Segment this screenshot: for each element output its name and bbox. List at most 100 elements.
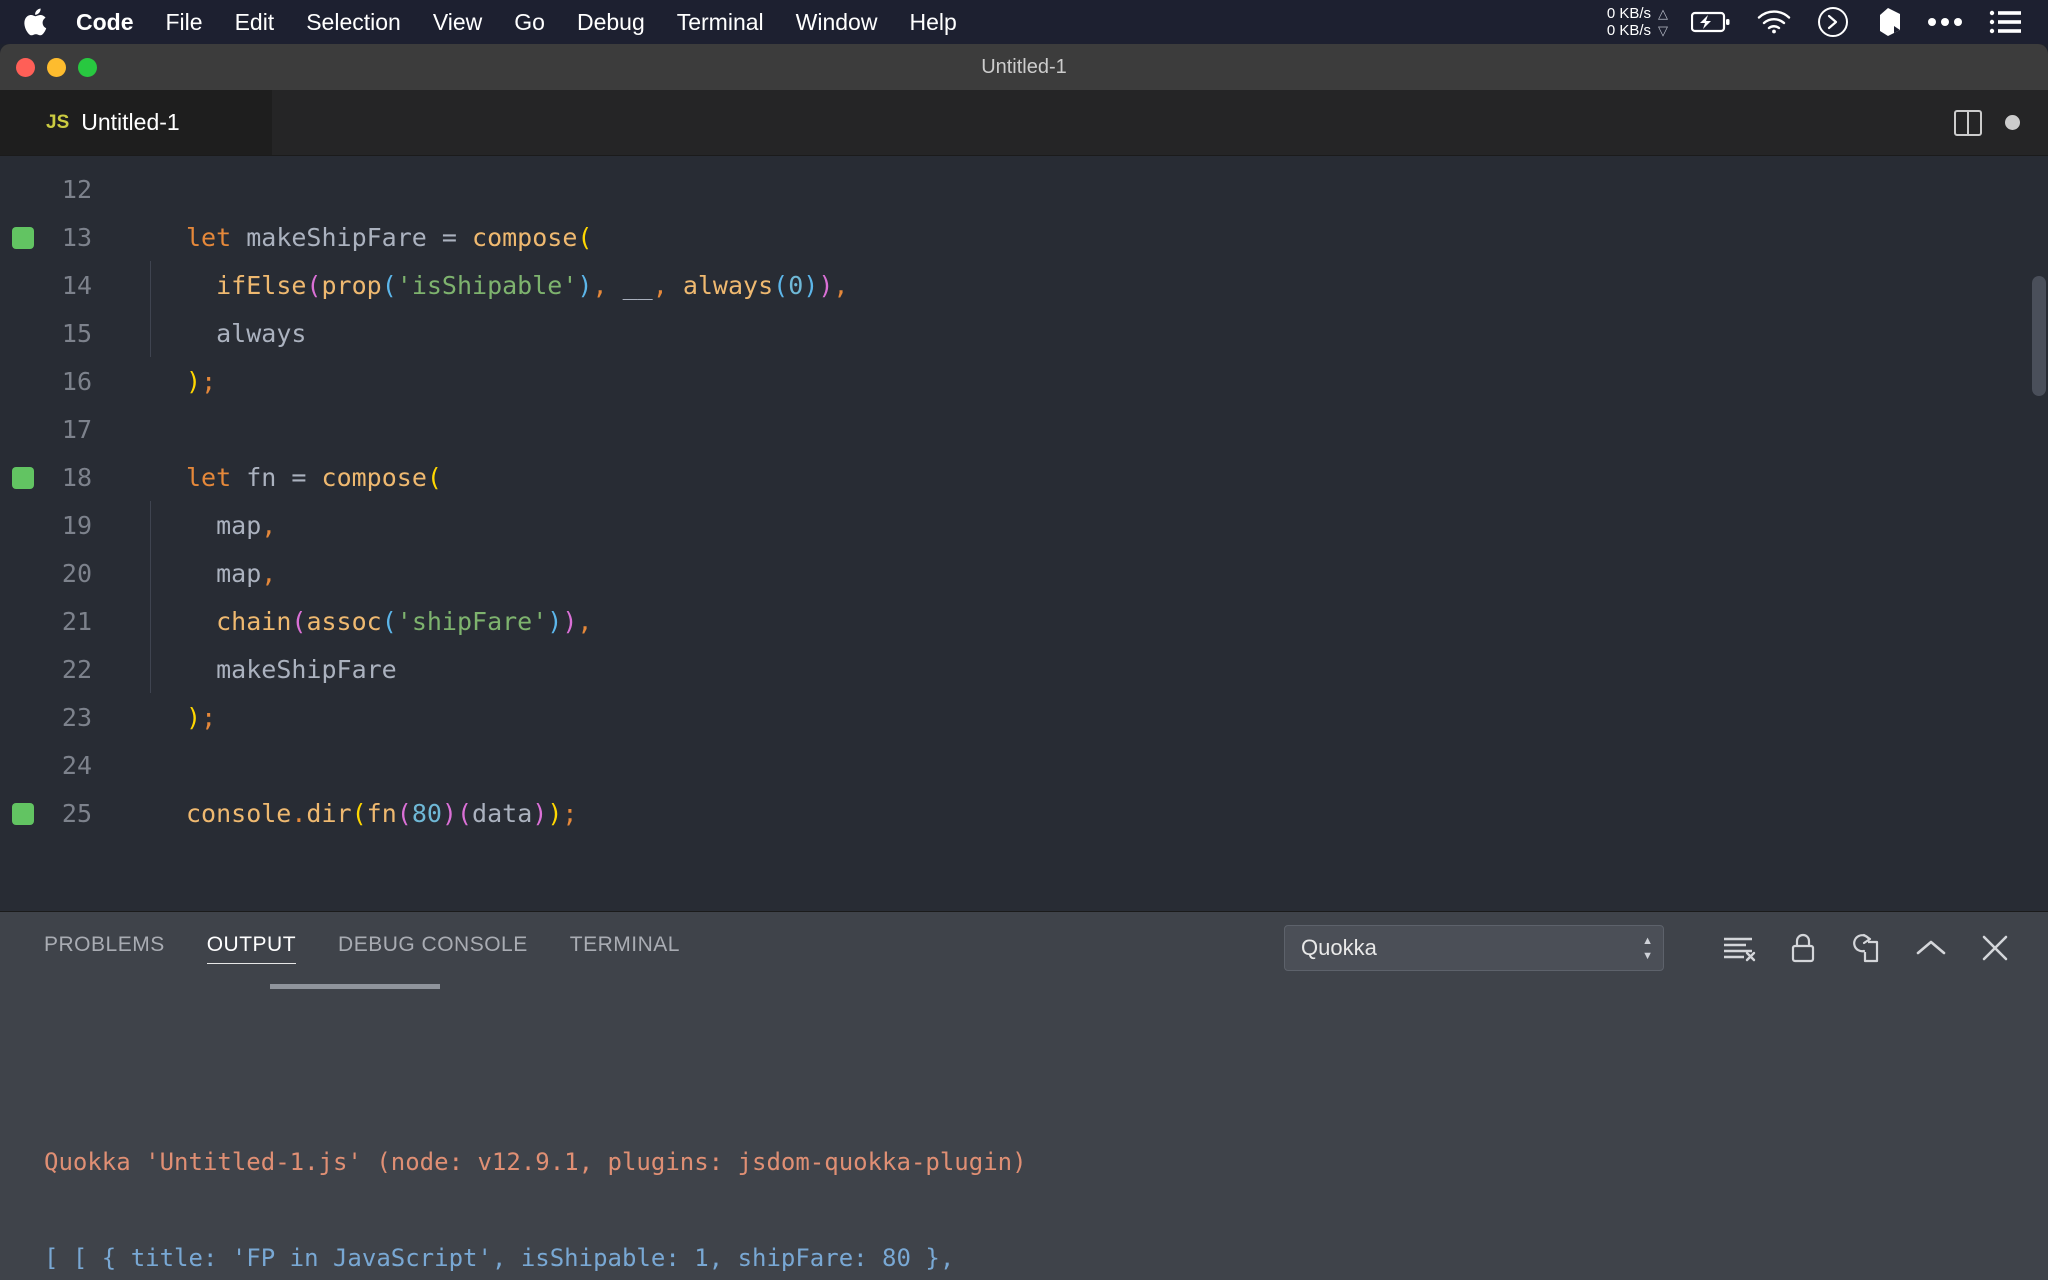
open-in-editor-icon[interactable]	[1840, 921, 1894, 975]
menu-view[interactable]: View	[417, 0, 498, 44]
output-channel-select[interactable]: Quokka ▲ ▼	[1284, 925, 1664, 971]
indent-guide	[150, 309, 151, 357]
code-line[interactable]: 12	[0, 166, 2048, 214]
code-token: ;	[201, 367, 217, 396]
split-editor-icon[interactable]	[1953, 108, 1983, 138]
close-button[interactable]	[16, 57, 35, 77]
output-blank-line	[44, 1186, 2048, 1234]
code-line-text: let makeShipFare = compose(	[114, 214, 592, 262]
output-panel-content[interactable]: Quokka 'Untitled-1.js' (node: v12.9.1, p…	[0, 984, 2048, 1280]
collapse-panel-icon[interactable]	[1904, 921, 1958, 975]
shell-prompt-circle-icon[interactable]	[1817, 0, 1849, 44]
code-line[interactable]: 18 let fn = compose(	[0, 454, 2048, 502]
code-line-text: map,	[114, 501, 276, 550]
editor-tab-untitled-1[interactable]: JS Untitled-1	[0, 90, 272, 155]
line-number: 22	[61, 655, 92, 684]
clear-output-icon[interactable]	[1712, 921, 1766, 975]
bottom-panel: PROBLEMS OUTPUT DEBUG CONSOLE TERMINAL Q…	[0, 911, 2048, 1280]
code-token: ,	[577, 607, 593, 636]
code-editor[interactable]: 12 13 let makeShipFare = compose(14 ifElse…	[0, 156, 2048, 911]
menu-debug[interactable]: Debug	[561, 0, 661, 44]
lock-icon[interactable]	[1776, 921, 1830, 975]
tab-problems[interactable]: PROBLEMS	[44, 933, 165, 964]
app-cube-icon[interactable]	[1875, 0, 1901, 44]
quokka-live-marker[interactable]	[12, 467, 34, 489]
code-line[interactable]: 16);	[0, 358, 2048, 406]
code-line-text: );	[114, 358, 216, 406]
code-line[interactable]: 15 always	[0, 309, 2048, 358]
window-title: Untitled-1	[981, 55, 1067, 78]
code-line[interactable]: 19 map,	[0, 501, 2048, 550]
menu-go[interactable]: Go	[498, 0, 561, 44]
indent-guide	[150, 261, 151, 309]
tab-output[interactable]: OUTPUT	[206, 933, 297, 964]
code-token: chain	[216, 607, 292, 636]
code-token: console	[186, 799, 292, 828]
code-line[interactable]: 24	[0, 742, 2048, 790]
code-line-text: ifElse(prop('isShipable'), __, always(0)…	[114, 261, 848, 310]
panel-header: PROBLEMS OUTPUT DEBUG CONSOLE TERMINAL Q…	[0, 912, 2048, 984]
code-line[interactable]: 22 makeShipFare	[0, 645, 2048, 694]
menu-terminal[interactable]: Terminal	[661, 0, 780, 44]
line-number: 17	[61, 415, 92, 444]
code-token: fn	[366, 799, 397, 828]
minimize-button[interactable]	[47, 57, 66, 77]
menu-window[interactable]: Window	[780, 0, 894, 44]
code-line[interactable]: 23);	[0, 694, 2048, 742]
code-line[interactable]: 17	[0, 406, 2048, 454]
line-number: 24	[61, 751, 92, 780]
code-line[interactable]: 21 chain(assoc('shipFare')),	[0, 597, 2048, 646]
code-token: (	[773, 271, 789, 300]
code-token: ,	[261, 559, 277, 588]
menu-code[interactable]: Code	[60, 0, 150, 44]
control-center-list-icon[interactable]	[1989, 0, 2021, 44]
indent-guide	[150, 645, 151, 693]
output-horizontal-scrollbar[interactable]	[270, 984, 440, 989]
tab-debug-console[interactable]: DEBUG CONSOLE	[338, 933, 528, 964]
editor-vertical-scrollbar[interactable]	[2032, 276, 2046, 396]
quokka-live-marker[interactable]	[12, 803, 34, 825]
tab-terminal[interactable]: TERMINAL	[570, 933, 680, 964]
code-line[interactable]: 14 ifElse(prop('isShipable'), __, always…	[0, 261, 2048, 310]
code-token: compose	[321, 463, 427, 492]
select-stepper-arrows-icon: ▲ ▼	[1642, 934, 1653, 962]
javascript-file-icon: JS	[46, 111, 70, 133]
code-line[interactable]: 20 map,	[0, 549, 2048, 598]
code-line[interactable]: 25 console.dir(fn(80)(data));	[0, 790, 2048, 838]
code-token: )	[441, 799, 457, 828]
code-token: data	[472, 799, 533, 828]
code-token: ;	[201, 703, 217, 732]
close-panel-icon[interactable]	[1968, 921, 2022, 975]
menu-selection[interactable]: Selection	[290, 0, 417, 44]
code-line[interactable]: 13 let makeShipFare = compose(	[0, 214, 2048, 262]
code-token: (	[291, 607, 307, 636]
code-line-text: chain(assoc('shipFare')),	[114, 597, 593, 646]
network-speed-indicator[interactable]: 0 KB/s 0 KB/s △ ▽	[1607, 5, 1668, 39]
window-traffic-lights	[16, 57, 97, 77]
ellipsis-icon[interactable]	[1927, 0, 1963, 44]
code-token: __	[622, 271, 653, 300]
quokka-live-marker[interactable]	[12, 227, 34, 249]
code-token: ,	[592, 271, 608, 300]
code-token: )	[532, 799, 548, 828]
battery-charging-icon[interactable]	[1691, 0, 1731, 44]
wifi-icon[interactable]	[1757, 0, 1791, 44]
code-line-text: always	[114, 309, 306, 358]
code-token: (	[306, 271, 322, 300]
menu-edit[interactable]: Edit	[219, 0, 291, 44]
maximize-button[interactable]	[78, 57, 97, 77]
code-line-text: let fn = compose(	[114, 454, 442, 502]
code-token: =	[441, 223, 457, 252]
code-token: 80	[411, 799, 442, 828]
unsaved-indicator[interactable]	[2005, 115, 2020, 130]
line-number: 16	[61, 367, 92, 396]
apple-logo-icon[interactable]	[14, 7, 56, 37]
menu-help[interactable]: Help	[893, 0, 972, 44]
code-token: assoc	[306, 607, 382, 636]
menu-file[interactable]: File	[150, 0, 219, 44]
